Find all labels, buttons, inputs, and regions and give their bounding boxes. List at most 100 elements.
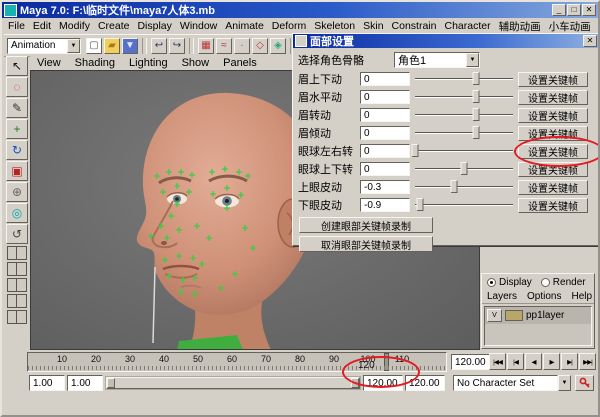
range-end-handle[interactable]: [351, 378, 359, 388]
character-dropdown[interactable]: 角色1 ▼: [394, 52, 480, 68]
menu-item-10[interactable]: Constrain: [388, 20, 441, 32]
control-value-field[interactable]: 0: [360, 90, 410, 104]
close-button[interactable]: ✕: [582, 4, 596, 16]
universal-manipulator-button[interactable]: ⊕: [6, 182, 28, 202]
slider-handle[interactable]: [472, 108, 480, 121]
layout-single-pane-button[interactable]: [7, 246, 27, 260]
control-value-field[interactable]: -0.9: [360, 198, 410, 212]
rotate-tool-button[interactable]: ↻: [6, 140, 28, 160]
chevron-down-icon[interactable]: ▼: [67, 38, 80, 53]
last-tool-button[interactable]: ↺: [6, 224, 28, 244]
panel-menu-shading[interactable]: Shading: [68, 57, 122, 69]
menu-set-dropdown[interactable]: Animation ▼: [7, 37, 81, 54]
control-slider[interactable]: [411, 143, 515, 159]
control-value-field[interactable]: 0: [360, 72, 410, 86]
dialog-close-button[interactable]: ✕: [583, 35, 597, 47]
lasso-tool-button[interactable]: ◌: [6, 77, 28, 97]
menu-item-13[interactable]: 小车动画: [545, 19, 595, 33]
panel-menu-show[interactable]: Show: [175, 57, 217, 69]
control-slider[interactable]: [413, 179, 515, 195]
display-radio[interactable]: Display: [487, 277, 532, 288]
snap-to-point-icon[interactable]: ∙: [234, 37, 250, 54]
control-slider[interactable]: [413, 197, 515, 213]
layers-menu-help[interactable]: Help: [566, 291, 597, 302]
snap-to-curve-icon[interactable]: ≈: [216, 37, 232, 54]
snap-to-grid-icon[interactable]: ▦: [198, 37, 214, 54]
panel-menu-panels[interactable]: Panels: [216, 57, 264, 69]
save-scene-icon[interactable]: ▼: [122, 37, 138, 54]
layers-menu-options[interactable]: Options: [522, 291, 566, 302]
layout-hypershade-button[interactable]: [7, 310, 27, 324]
cancel-eye-key-recording-button[interactable]: 取消眼部关键帧录制: [299, 236, 433, 252]
maximize-button[interactable]: □: [567, 4, 581, 16]
menu-item-9[interactable]: Skin: [359, 20, 387, 32]
chevron-down-icon[interactable]: ▼: [558, 375, 571, 391]
layer-row[interactable]: Vpp1layer: [485, 307, 591, 324]
current-frame-marker[interactable]: [384, 353, 389, 371]
slider-handle[interactable]: [460, 162, 468, 175]
title-bar[interactable]: Maya 7.0: F:\临时文件\maya7人体3.mb _ □ ✕: [2, 2, 598, 18]
control-value-field[interactable]: 0: [360, 144, 410, 158]
control-value-field[interactable]: 0: [360, 126, 410, 140]
set-keyframe-button[interactable]: 设置关键帧: [518, 71, 588, 87]
playback-end-field[interactable]: 120.00: [363, 375, 403, 391]
slider-handle[interactable]: [450, 180, 458, 193]
control-value-field[interactable]: -0.3: [360, 180, 410, 194]
menu-item-11[interactable]: Character: [441, 20, 495, 32]
render-radio[interactable]: Render: [540, 277, 586, 288]
layers-menu-layers[interactable]: Layers: [482, 291, 522, 302]
undo-icon[interactable]: ↩: [151, 37, 167, 54]
panel-menu-view[interactable]: View: [30, 57, 68, 69]
range-slider-bar[interactable]: [106, 377, 360, 389]
redo-icon[interactable]: ↪: [169, 37, 185, 54]
set-keyframe-button[interactable]: 设置关键帧: [518, 161, 588, 177]
set-keyframe-button[interactable]: 设置关键帧: [518, 89, 588, 105]
play-backwards-button[interactable]: ◀: [525, 353, 542, 370]
layout-persp-graph-button[interactable]: [7, 294, 27, 308]
slider-handle[interactable]: [416, 198, 424, 211]
create-eye-key-recording-button[interactable]: 创建眼部关键帧录制: [299, 217, 433, 233]
make-live-icon[interactable]: ◈: [270, 37, 286, 54]
go-to-end-button[interactable]: ▶▶|: [579, 353, 596, 370]
play-forwards-button[interactable]: ▶: [543, 353, 560, 370]
menu-item-7[interactable]: Deform: [268, 20, 310, 32]
menu-item-4[interactable]: Display: [133, 20, 175, 32]
range-start-handle[interactable]: [107, 378, 115, 388]
control-slider[interactable]: [413, 107, 515, 123]
scale-tool-button[interactable]: ▣: [6, 161, 28, 181]
animation-start-field[interactable]: 1.00: [29, 375, 65, 391]
slider-handle[interactable]: [472, 126, 480, 139]
step-forward-frame-button[interactable]: ▶|: [561, 353, 578, 370]
layout-persp-outliner-button[interactable]: [7, 278, 27, 292]
control-slider[interactable]: [413, 89, 515, 105]
menu-item-0[interactable]: File: [4, 20, 29, 32]
layer-visibility-toggle[interactable]: V: [487, 309, 502, 322]
set-keyframe-button[interactable]: 设置关键帧: [518, 197, 588, 213]
menu-item-12[interactable]: 辅助动画: [495, 19, 545, 33]
menu-item-3[interactable]: Create: [94, 20, 134, 32]
new-scene-icon[interactable]: ▢: [86, 37, 102, 54]
slider-handle[interactable]: [472, 72, 480, 85]
open-scene-icon[interactable]: ▰: [104, 37, 120, 54]
control-value-field[interactable]: 0: [360, 162, 410, 176]
auto-keyframe-button[interactable]: [575, 375, 594, 391]
snap-to-plane-icon[interactable]: ◇: [252, 37, 268, 54]
menu-item-8[interactable]: Skeleton: [310, 20, 359, 32]
set-keyframe-button[interactable]: 设置关键帧: [518, 107, 588, 123]
menu-item-14[interactable]: 帮助: [595, 19, 596, 33]
show-manipulator-button[interactable]: ◎: [6, 203, 28, 223]
range-slider[interactable]: [105, 376, 361, 390]
playback-start-field[interactable]: 1.00: [67, 375, 103, 391]
menu-item-1[interactable]: Edit: [29, 20, 55, 32]
go-to-start-button[interactable]: |◀◀: [489, 353, 506, 370]
step-back-frame-button[interactable]: |◀: [507, 353, 524, 370]
set-keyframe-button[interactable]: 设置关键帧: [518, 125, 588, 141]
menu-item-2[interactable]: Modify: [55, 20, 94, 32]
layer-color-swatch[interactable]: [505, 310, 523, 321]
panel-menu-lighting[interactable]: Lighting: [122, 57, 175, 69]
character-set-dropdown[interactable]: No Character Set ▼: [453, 375, 571, 391]
minimize-button[interactable]: _: [552, 4, 566, 16]
layout-four-pane-button[interactable]: [7, 262, 27, 276]
move-tool-button[interactable]: +: [6, 119, 28, 139]
animation-end-field[interactable]: 120.00: [405, 375, 445, 391]
